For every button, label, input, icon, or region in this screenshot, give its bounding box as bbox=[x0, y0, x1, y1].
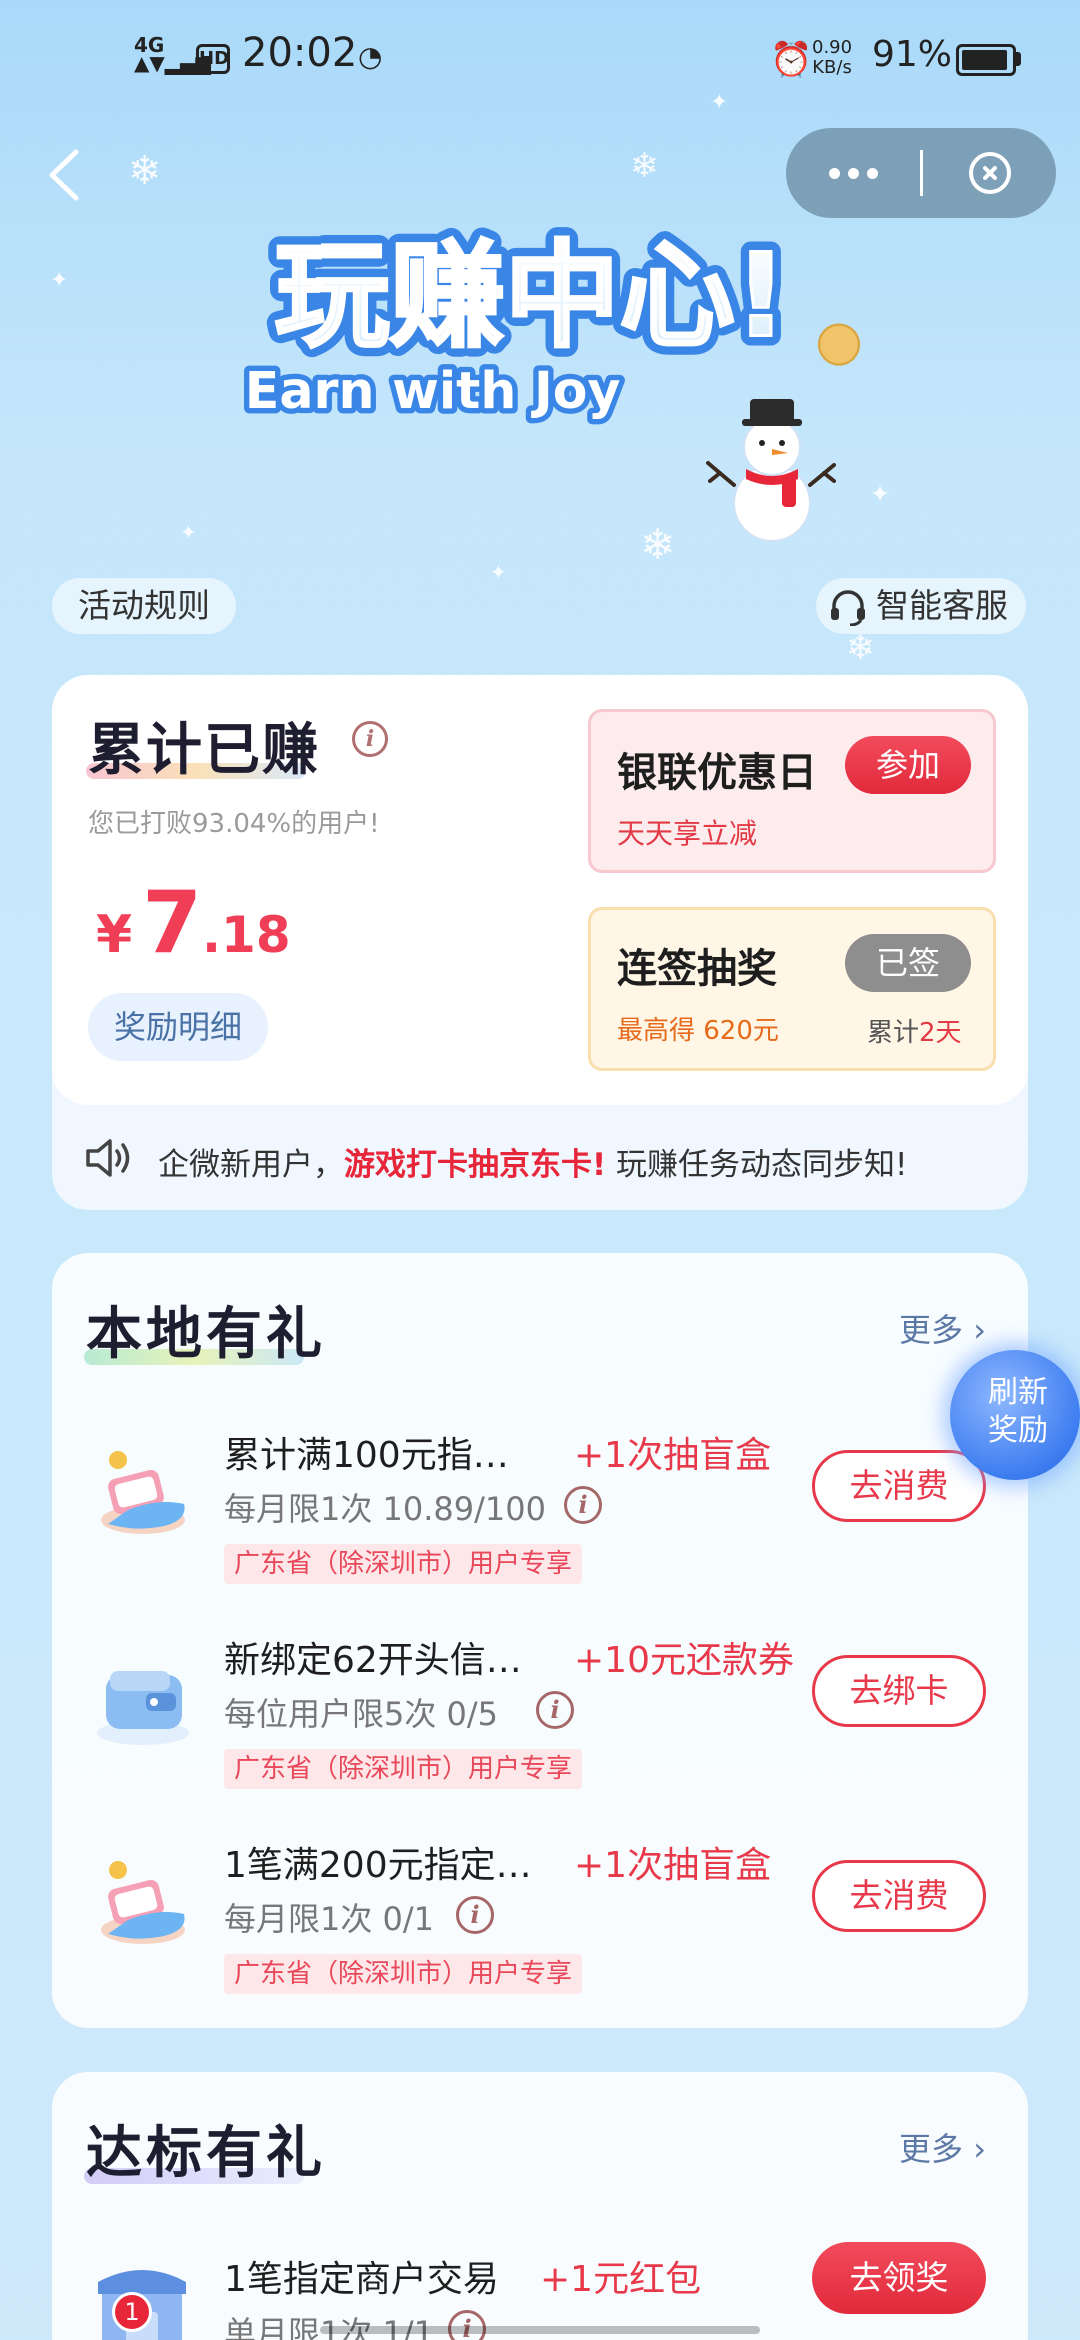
snowflake-icon: ❄ bbox=[640, 520, 676, 569]
task-row: 累计满100元指… +1次抽盲盒 每月限1次 10.89/100 i 广东省（除… bbox=[52, 1398, 1028, 1598]
notice-bar[interactable]: 企微新用户，游戏打卡抽京东卡! 玩赚任务动态同步知! bbox=[52, 1105, 1028, 1210]
info-icon[interactable]: i bbox=[564, 1486, 602, 1524]
task-row: 1笔满200元指定… +1次抽盲盒 每月限1次 0/1 i 广东省（除深圳市）用… bbox=[52, 1808, 1028, 2008]
money-hand-icon bbox=[101, 1451, 185, 1534]
unionpay-day-card[interactable]: 银联优惠日 参加 天天享立减 bbox=[588, 709, 996, 873]
more-dot-icon bbox=[867, 167, 878, 179]
money-hand-icon bbox=[101, 1861, 185, 1944]
refresh-rewards-button[interactable]: 刷新 奖励 bbox=[950, 1350, 1080, 1480]
info-icon[interactable]: i bbox=[352, 721, 388, 757]
join-button[interactable]: 参加 bbox=[845, 736, 971, 794]
task-limit: 每月限1次 10.89/100 bbox=[224, 1490, 547, 1528]
task-reward: +1元红包 bbox=[540, 2259, 702, 2300]
more-link[interactable]: 更多 › bbox=[899, 2124, 986, 2170]
info-icon[interactable]: i bbox=[448, 2310, 486, 2340]
close-circle-icon bbox=[968, 152, 1011, 194]
task-reward: +1次抽盲盒 bbox=[574, 1435, 772, 1476]
earnings-summary: 累计已赚 i 您已打败93.04%的用户! ¥7.18 奖励明细 银联优惠日 参… bbox=[52, 675, 1028, 1105]
banner-title-cn: 玩赚中心! bbox=[275, 229, 787, 363]
claim-reward-button[interactable]: 去领奖 bbox=[812, 2242, 986, 2314]
earnings-amount: ¥7.18 bbox=[96, 873, 291, 973]
local-rewards-card: 本地有礼 更多 › 累计满100元指… +1次抽盲盒 每月限1次 10.89/1… bbox=[52, 1253, 1028, 2028]
earnings-card: 累计已赚 i 您已打败93.04%的用户! ¥7.18 奖励明细 银联优惠日 参… bbox=[52, 675, 1028, 1210]
home-indicator[interactable] bbox=[320, 2326, 760, 2334]
signin-lottery-card[interactable]: 连签抽奖 已签 最高得 620元 累计2天 bbox=[588, 907, 996, 1071]
back-button[interactable] bbox=[40, 140, 84, 210]
signin-max-reward: 最高得 620元 bbox=[617, 1016, 779, 1046]
task-name: 新绑定62开头信… bbox=[224, 1640, 522, 1681]
more-dot-icon bbox=[848, 167, 859, 179]
task-region-tag: 广东省（除深圳市）用户专享 bbox=[224, 1749, 583, 1789]
task-name: 1笔满200元指定… bbox=[224, 1845, 532, 1886]
info-icon[interactable]: i bbox=[456, 1896, 494, 1934]
task-limit: 每月限1次 0/1 bbox=[224, 1900, 435, 1938]
snowflake-icon: ✦ bbox=[50, 268, 69, 293]
go-spend-button[interactable]: 去消费 bbox=[812, 1860, 986, 1932]
hd-icon: HD bbox=[196, 44, 230, 74]
go-spend-button[interactable]: 去消费 bbox=[812, 1450, 986, 1522]
task-region-tag: 广东省（除深圳市）用户专享 bbox=[224, 1544, 583, 1584]
speaker-icon bbox=[86, 1139, 130, 1177]
task-name: 1笔指定商户交易 bbox=[224, 2259, 499, 2300]
notice-text: 企微新用户，游戏打卡抽京东卡! 玩赚任务动态同步知! bbox=[158, 1147, 908, 1183]
banner-title: 玩赚中心! 玩赚中心! Earn with Joy Earn with Joy bbox=[239, 219, 861, 426]
signin-title: 连签抽奖 bbox=[617, 946, 777, 992]
earnings-title: 累计已赚 bbox=[88, 718, 320, 783]
alarm-icon: ⏰ bbox=[770, 40, 813, 80]
headset-icon bbox=[831, 590, 865, 626]
customer-service-label: 智能客服 bbox=[876, 586, 1008, 625]
rules-button[interactable]: 活动规则 bbox=[52, 578, 236, 634]
notification-badge: 1 bbox=[112, 2292, 152, 2332]
info-icon[interactable]: i bbox=[536, 1691, 574, 1729]
signin-days: 累计2天 bbox=[867, 1018, 962, 1048]
wallet-icon bbox=[97, 1671, 189, 1745]
refresh-badge-line1: 刷新 bbox=[988, 1375, 1048, 1410]
section-title: 本地有礼 bbox=[86, 1302, 326, 1367]
go-bind-card-button[interactable]: 去绑卡 bbox=[812, 1655, 986, 1727]
battery-icon bbox=[956, 44, 1016, 76]
reward-detail-button[interactable]: 奖励明细 bbox=[88, 993, 269, 1061]
snowflake-icon: ❄ bbox=[846, 628, 875, 668]
chevron-left-icon bbox=[49, 149, 79, 201]
more-link[interactable]: 更多 › bbox=[899, 1305, 986, 1351]
refresh-badge-line2: 奖励 bbox=[988, 1413, 1048, 1448]
snowman-icon bbox=[706, 399, 836, 542]
unionpay-title: 银联优惠日 bbox=[617, 750, 817, 796]
network-speed: 0.90 KB/s bbox=[812, 37, 853, 78]
banner-title-en: Earn with Joy bbox=[245, 361, 621, 420]
task-reward: +1次抽盲盒 bbox=[574, 1845, 772, 1886]
unionpay-subtitle: 天天享立减 bbox=[617, 817, 758, 850]
signed-button[interactable]: 已签 bbox=[845, 934, 971, 992]
section-title: 达标有礼 bbox=[86, 2121, 326, 2186]
task-row: 1笔指定商户交易 +1元红包 单月限1次 1/1 i 去领奖 bbox=[52, 2222, 1028, 2340]
status-bar: 4G ▲▼▂▄▆ HD 20:02 ◔ ⏰ 0.90 KB/s 91% bbox=[0, 0, 1080, 120]
battery-percent: 91% bbox=[872, 34, 953, 75]
battery-tip bbox=[1016, 52, 1021, 66]
customer-service-button[interactable]: 智能客服 bbox=[816, 578, 1026, 634]
task-name: 累计满100元指… bbox=[224, 1435, 509, 1476]
snowflake-icon: ✦ bbox=[180, 520, 197, 544]
weibo-icon: ◔ bbox=[358, 40, 383, 73]
target-rewards-card: 达标有礼 更多 › 1笔指定商户交易 +1元红包 单月限1次 1/1 i 去领奖 bbox=[52, 2072, 1028, 2340]
task-limit: 单月限1次 1/1 bbox=[224, 2314, 435, 2340]
snowflake-icon: ❄ bbox=[128, 148, 162, 194]
snowflake-icon: ✦ bbox=[490, 560, 507, 584]
earnings-subtitle: 您已打败93.04%的用户! bbox=[88, 809, 380, 839]
more-dot-icon bbox=[829, 167, 840, 179]
status-time: 20:02 bbox=[242, 30, 358, 76]
task-row: 新绑定62开头信… +10元还款券 每位用户限5次 0/5 i 广东省（除深圳市… bbox=[52, 1603, 1028, 1803]
task-region-tag: 广东省（除深圳市）用户专享 bbox=[224, 1954, 583, 1994]
snowflake-icon: ✦ bbox=[870, 480, 891, 508]
snowflake-icon: ❄ bbox=[630, 146, 659, 186]
task-limit: 每位用户限5次 0/5 bbox=[224, 1695, 499, 1733]
task-reward: +10元还款券 bbox=[574, 1640, 794, 1681]
snowflake-icon: ✦ bbox=[710, 90, 729, 115]
